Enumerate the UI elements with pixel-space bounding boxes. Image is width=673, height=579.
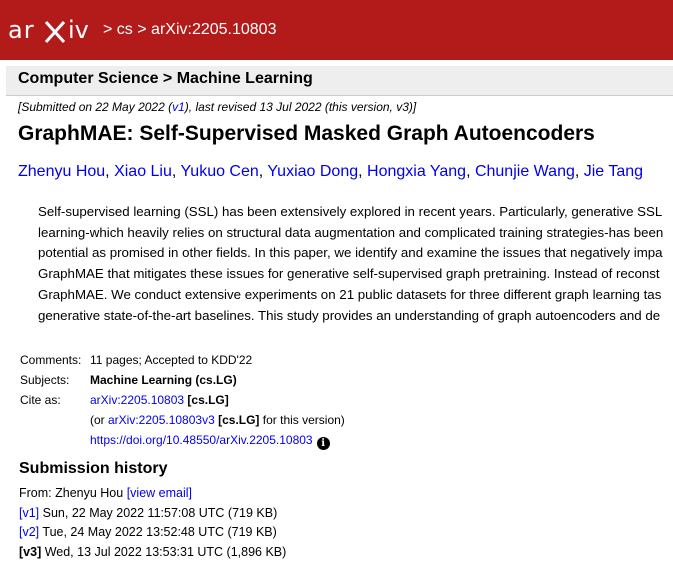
arxiv-logo[interactable]: ar iv: [8, 16, 100, 46]
cite-link[interactable]: arXiv:2205.10803: [90, 393, 184, 407]
from-row: From: Zhenyu Hou [view email]: [19, 486, 192, 500]
abstract-line: learning-which heavily relies on structu…: [38, 224, 664, 240]
version-link-v2[interactable]: [v2]: [19, 525, 39, 539]
abstract: Self-supervised learning (SSL) has been …: [38, 202, 673, 326]
version-row: [v3] Wed, 13 Jul 2022 13:53:31 UTC (1,89…: [19, 544, 287, 559]
breadcrumb-paper-id: arXiv:2205.10803: [151, 21, 277, 38]
abstract-line: generative state-of-the-art baselines. T…: [38, 307, 661, 323]
abstract-line: Self-supervised learning (SSL) has been …: [38, 204, 663, 219]
abstract-line: potential as promised in other fields. I…: [38, 245, 663, 261]
author-link[interactable]: Zhenyu Hou: [18, 163, 105, 180]
author-link[interactable]: Yuxiao Dong: [267, 163, 358, 180]
breadcrumb: > cs > arXiv:2205.10803: [103, 21, 276, 39]
cite-value: arXiv:2205.10803 [cs.LG]: [90, 390, 229, 410]
submission-date: [Submitted on 22 May 2022 (v1), last rev…: [18, 100, 417, 114]
submission-history: From: Zhenyu Hou [view email] [v1] Sun, …: [19, 484, 286, 562]
comments-value: 11 pages; Accepted to KDD'22: [90, 353, 253, 367]
cite-version-tag: [cs.LG]: [218, 413, 260, 427]
svg-text:iv: iv: [68, 16, 89, 44]
doi-link[interactable]: https://doi.org/10.48550/arXiv.2205.1080…: [90, 433, 313, 447]
abstract-line: GraphMAE. We conduct extensive experimen…: [38, 286, 662, 302]
subject-bar: Computer Science > Machine Learning: [6, 66, 673, 96]
cite-tag: [cs.LG]: [187, 393, 229, 407]
info-icon[interactable]: i: [316, 437, 330, 450]
cite-version-link[interactable]: arXiv:2205.10803v3: [108, 413, 215, 427]
author-link[interactable]: Xiao Liu: [114, 163, 172, 180]
comments-label: Comments:: [20, 353, 82, 367]
subjects-value: Machine Learning (cs.LG): [90, 373, 237, 387]
version-link-v1[interactable]: [v1]: [19, 506, 39, 520]
v1-link[interactable]: v1: [172, 100, 185, 114]
view-email-link[interactable]: [view email]: [127, 486, 192, 500]
subjects-label: Subjects:: [20, 373, 70, 387]
subject-heading: Computer Science > Machine Learning: [18, 70, 313, 87]
version-row: [v2] Tue, 24 May 2022 13:52:48 UTC (719 …: [19, 525, 277, 539]
author-link[interactable]: Hongxia Yang: [367, 163, 466, 180]
author-link[interactable]: Yukuo Cen: [181, 163, 259, 180]
author-list: Zhenyu Hou, Xiao Liu, Yukuo Cen, Yuxiao …: [18, 163, 644, 180]
submission-history-heading: Submission history: [19, 460, 168, 477]
breadcrumb-cs[interactable]: cs: [117, 21, 133, 38]
breadcrumb-sep: >: [103, 21, 113, 38]
author-link[interactable]: Jie Tang: [584, 163, 643, 180]
abstract-line: GraphMAE that mitigates these issues for…: [38, 266, 660, 282]
author-link[interactable]: Chunjie Wang: [475, 163, 575, 180]
cite-label: Cite as:: [20, 393, 61, 407]
svg-text:ar: ar: [8, 16, 35, 44]
paper-title: GraphMAE: Self-Supervised Masked Graph A…: [18, 122, 595, 145]
breadcrumb-sep: >: [137, 21, 147, 38]
doi-value: https://doi.org/10.48550/arXiv.2205.1080…: [90, 430, 330, 450]
top-header: ar iv > cs > arXiv:2205.10803: [0, 0, 673, 60]
version-label-v3: [v3]: [19, 544, 42, 559]
cite-version-value: (or arXiv:2205.10803v3 [cs.LG] for this …: [90, 413, 345, 427]
version-row: [v1] Sun, 22 May 2022 11:57:08 UTC (719 …: [19, 505, 278, 520]
